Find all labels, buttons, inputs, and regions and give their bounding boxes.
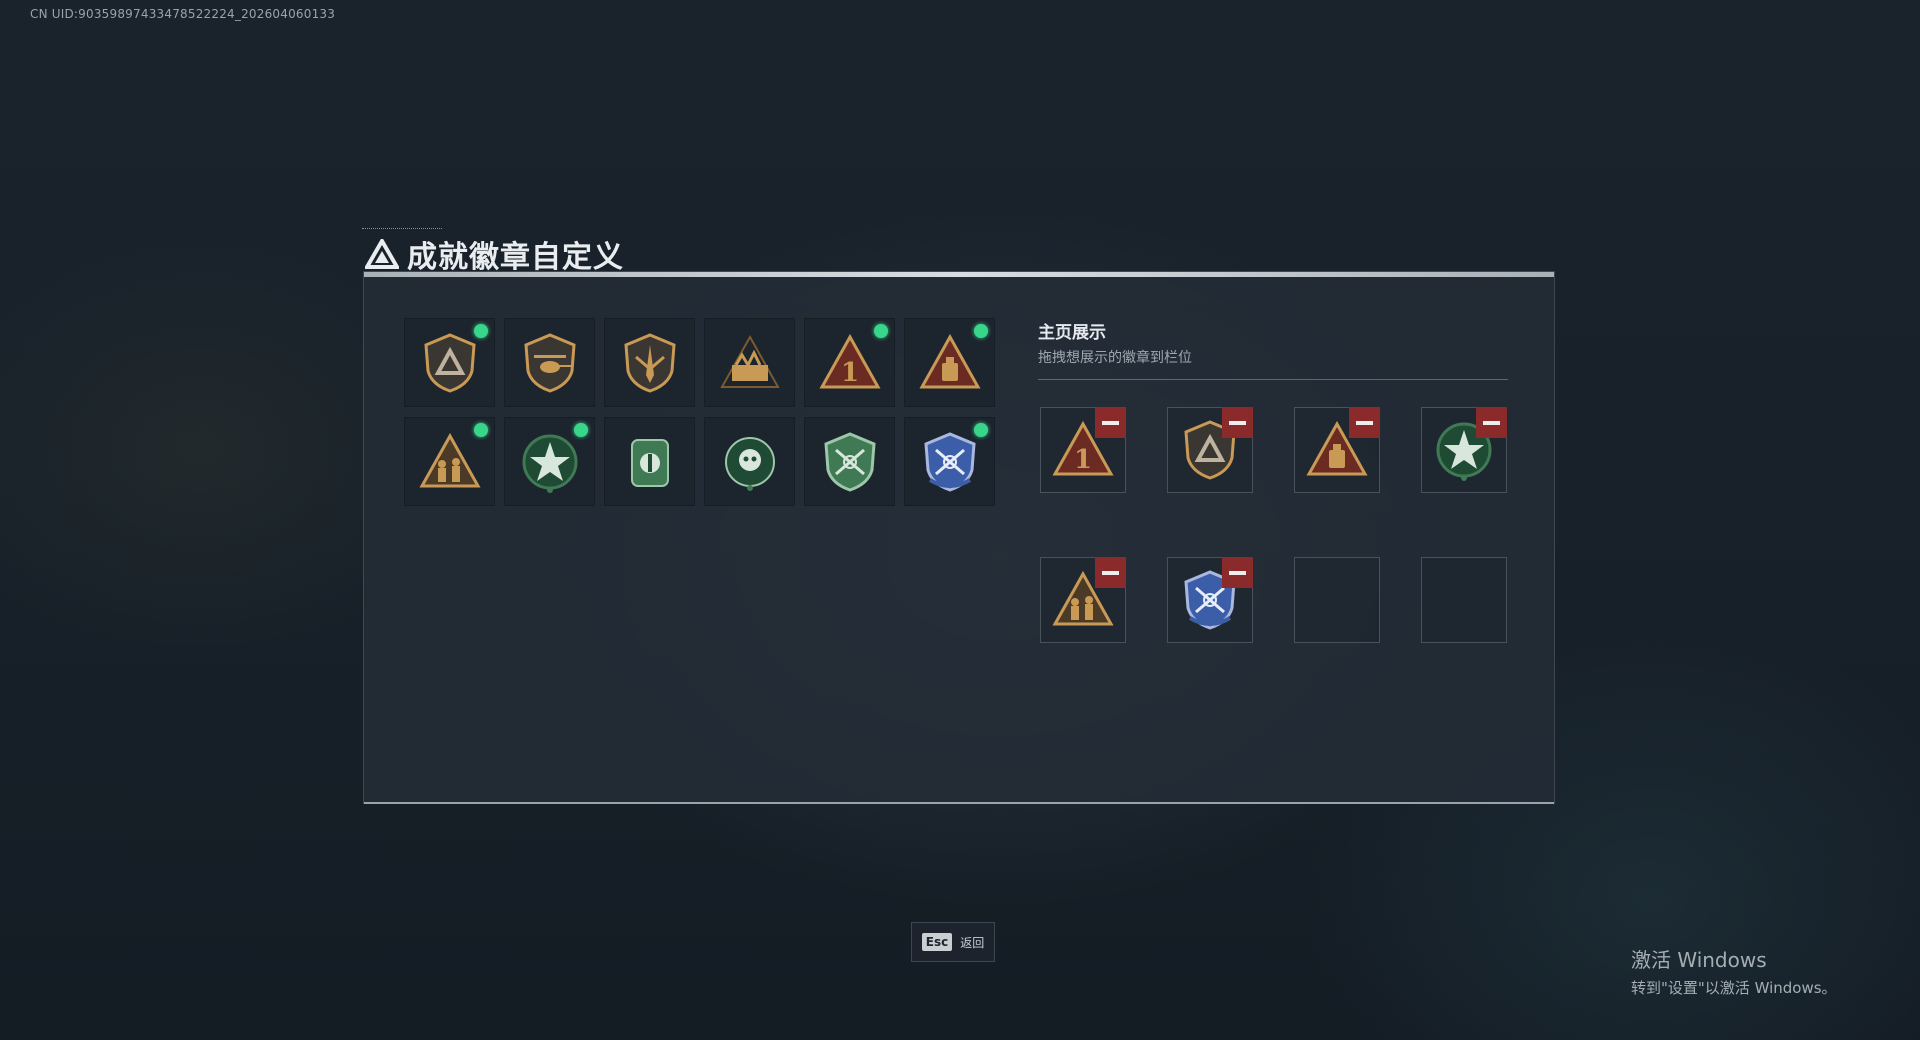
badge-cell[interactable] <box>704 318 795 407</box>
svg-text:1: 1 <box>840 358 858 388</box>
equipped-indicator-icon <box>874 324 888 338</box>
green-skull-badge-icon <box>724 436 775 491</box>
activation-subtitle: 转到"设置"以激活 Windows。 <box>1631 979 1837 997</box>
number-one-triangle-badge-icon: 1 <box>818 333 881 388</box>
showcase-title: 主页展示 <box>1038 323 1106 343</box>
badge-cell[interactable] <box>904 417 995 506</box>
green-star-badge-icon <box>522 434 577 493</box>
badge-cell[interactable] <box>804 417 895 506</box>
minus-icon <box>1102 570 1119 575</box>
blade-shield-badge-icon <box>623 332 676 393</box>
green-shield-rifles-badge-icon <box>823 431 876 492</box>
uid-label: CN UID:90359897433478522224_202604060133 <box>30 7 336 21</box>
panel-bottom-bar <box>364 802 1554 804</box>
remove-badge-button[interactable] <box>1222 407 1253 438</box>
badge-cell[interactable] <box>504 318 595 407</box>
showcase-slot[interactable]: 1 <box>1040 407 1126 493</box>
panel-title: 成就徽章自定义 <box>365 232 624 276</box>
backpack-triangle-badge-icon <box>918 333 981 388</box>
badge-cell[interactable] <box>404 318 495 407</box>
back-label: 返回 <box>960 935 985 950</box>
equipped-indicator-icon <box>474 423 488 437</box>
remove-badge-button[interactable] <box>1222 557 1253 588</box>
minus-icon <box>1102 420 1119 425</box>
blue-shield-rifles-badge-icon <box>923 431 976 492</box>
showcase-slot-empty[interactable] <box>1294 557 1380 643</box>
badge-cell[interactable]: 1 <box>804 318 895 407</box>
showcase-slot[interactable] <box>1040 557 1126 643</box>
activation-title: 激活 Windows <box>1631 948 1767 972</box>
panel-top-bar <box>364 272 1554 277</box>
equipped-indicator-icon <box>574 423 588 437</box>
showcase-header: 主页展示 拖拽想展示的徽章到栏位 <box>1038 318 1508 380</box>
delta-logo-icon <box>365 239 399 269</box>
showcase-slot[interactable] <box>1167 557 1253 643</box>
remove-badge-button[interactable] <box>1476 407 1507 438</box>
equipped-indicator-icon <box>474 324 488 338</box>
remove-badge-button[interactable] <box>1095 407 1126 438</box>
esc-key-icon: Esc <box>921 933 953 951</box>
badge-cell[interactable] <box>904 318 995 407</box>
ammo-crate-badge-icon <box>719 334 780 388</box>
equipped-indicator-icon <box>974 324 988 338</box>
windows-activation-notice: 激活 Windows 转到"设置"以激活 Windows。 <box>1631 944 1837 998</box>
shield-triangle-badge-icon <box>423 332 476 393</box>
badge-cell[interactable] <box>704 417 795 506</box>
minus-icon <box>1356 420 1373 425</box>
badge-cell[interactable] <box>404 417 495 506</box>
showcase-slot[interactable] <box>1421 407 1507 493</box>
showcase-slot[interactable] <box>1294 407 1380 493</box>
soldiers-triangle-badge-icon <box>418 432 481 487</box>
green-emblem-badge-icon <box>630 438 669 487</box>
badge-cell[interactable] <box>604 318 695 407</box>
badge-cell[interactable] <box>504 417 595 506</box>
remove-badge-button[interactable] <box>1349 407 1380 438</box>
minus-icon <box>1483 420 1500 425</box>
svg-text:1: 1 <box>1074 445 1092 475</box>
minus-icon <box>1229 570 1246 575</box>
showcase-slot-empty[interactable] <box>1421 557 1507 643</box>
showcase-divider <box>1038 379 1508 380</box>
minus-icon <box>1229 420 1246 425</box>
badge-panel: 1 主页展示 拖拽想展示的徽章到栏位 1 <box>363 271 1555 804</box>
showcase-subtitle: 拖拽想展示的徽章到栏位 <box>1038 350 1192 366</box>
page-title: 成就徽章自定义 <box>407 240 624 275</box>
helicopter-shield-badge-icon <box>523 332 576 393</box>
back-button[interactable]: Esc 返回 <box>911 922 995 962</box>
showcase-slot[interactable] <box>1167 407 1253 493</box>
badge-cell[interactable] <box>604 417 695 506</box>
equipped-indicator-icon <box>974 423 988 437</box>
showcase-slots: 1 <box>1040 407 1507 643</box>
remove-badge-button[interactable] <box>1095 557 1126 588</box>
badge-grid: 1 <box>404 318 995 506</box>
